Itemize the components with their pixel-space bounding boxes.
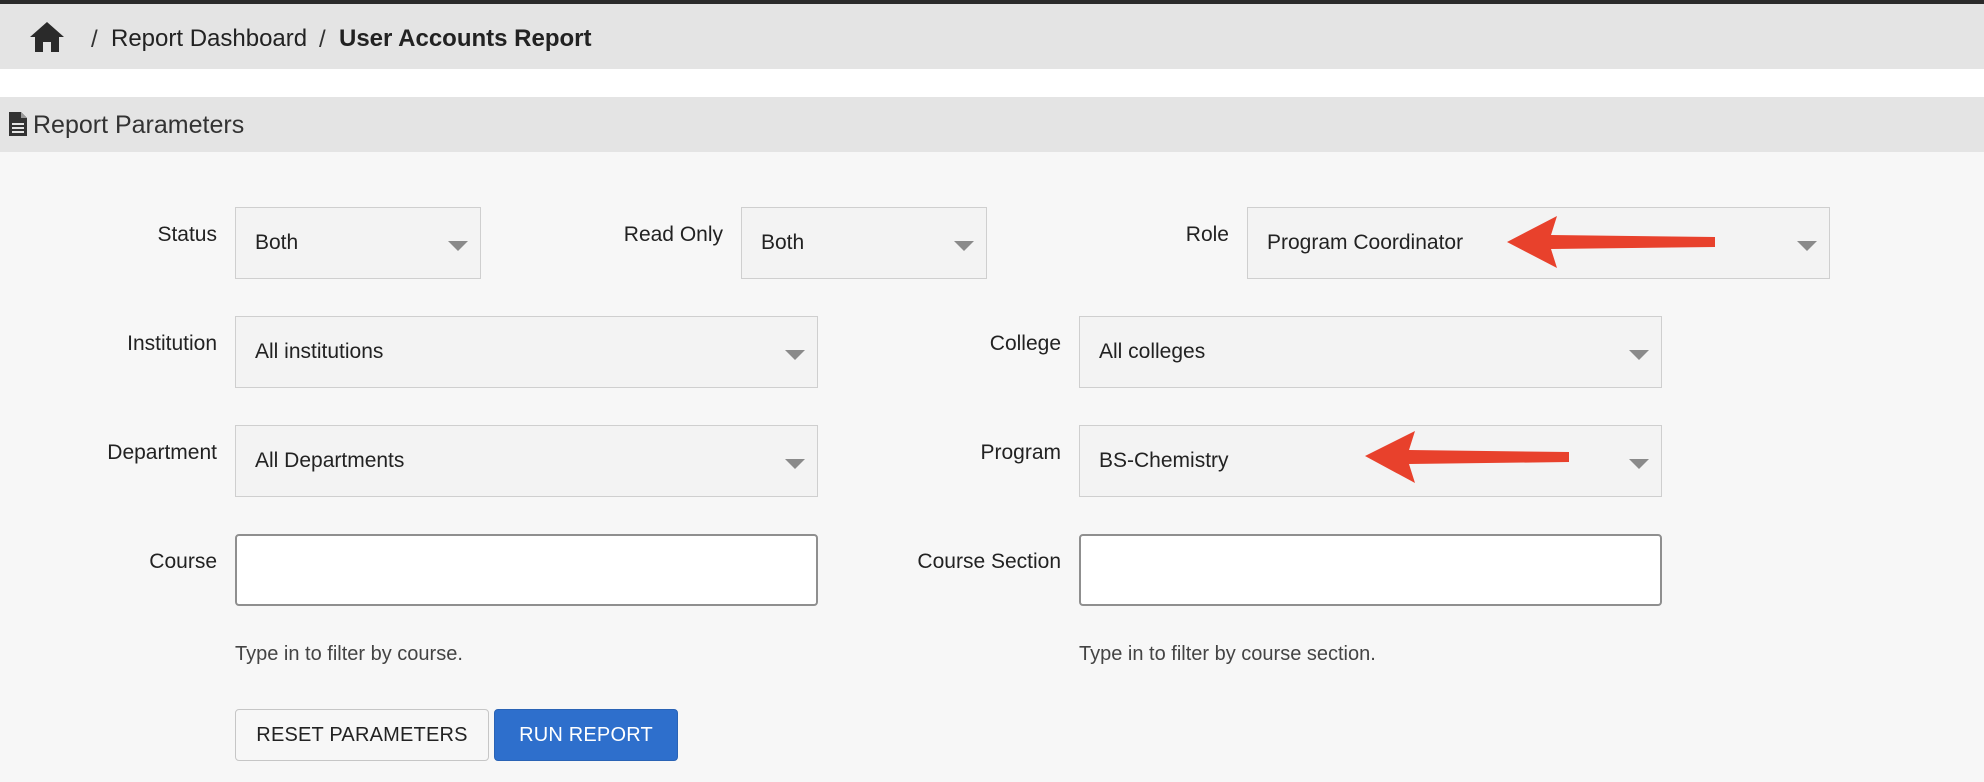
course-input[interactable] [235, 534, 818, 606]
breadcrumb-separator: / [319, 26, 326, 53]
role-value: Program Coordinator [1267, 231, 1464, 254]
college-value: All colleges [1099, 340, 1206, 363]
chevron-down-icon [1629, 459, 1649, 469]
college-label: College [989, 332, 1061, 355]
chevron-down-icon [448, 241, 468, 251]
breadcrumb-separator: / [91, 26, 98, 53]
course-section-label: Course Section [917, 550, 1061, 573]
document-icon [9, 112, 27, 136]
breadcrumb-current-page: User Accounts Report [339, 25, 592, 52]
annotation-arrow-icon [1507, 216, 1715, 268]
program-label: Program [980, 441, 1061, 464]
spacer [0, 69, 1984, 97]
chevron-down-icon [785, 459, 805, 469]
status-value: Both [255, 231, 299, 254]
college-select[interactable]: All colleges [1079, 316, 1662, 388]
chevron-down-icon [1797, 241, 1817, 251]
report-parameters-header: Report Parameters [0, 97, 1984, 152]
course-help-text: Type in to filter by course. [235, 643, 463, 665]
department-label: Department [107, 441, 217, 464]
breadcrumb: / Report Dashboard / User Accounts Repor… [0, 4, 1984, 69]
panel-title: Report Parameters [33, 111, 245, 139]
program-value: BS-Chemistry [1099, 449, 1229, 472]
course-section-input[interactable] [1079, 534, 1662, 606]
run-report-button[interactable]: RUN REPORT [494, 709, 678, 761]
home-icon[interactable] [28, 20, 66, 54]
role-label: Role [1185, 223, 1229, 246]
department-value: All Departments [255, 449, 405, 472]
chevron-down-icon [954, 241, 974, 251]
read-only-select[interactable]: Both [741, 207, 987, 279]
course-section-help-text: Type in to filter by course section. [1079, 643, 1376, 665]
breadcrumb-report-dashboard[interactable]: Report Dashboard [111, 25, 307, 53]
chevron-down-icon [785, 350, 805, 360]
read-only-value: Both [761, 231, 805, 254]
institution-label: Institution [127, 332, 217, 355]
chevron-down-icon [1629, 350, 1649, 360]
institution-value: All institutions [255, 340, 384, 363]
status-label: Status [157, 223, 217, 246]
department-select[interactable]: All Departments [235, 425, 818, 497]
status-select[interactable]: Both [235, 207, 481, 279]
institution-select[interactable]: All institutions [235, 316, 818, 388]
reset-parameters-button[interactable]: RESET PARAMETERS [235, 709, 489, 761]
course-label: Course [149, 550, 217, 573]
annotation-arrow-icon [1365, 431, 1569, 483]
read-only-label: Read Only [623, 223, 723, 246]
